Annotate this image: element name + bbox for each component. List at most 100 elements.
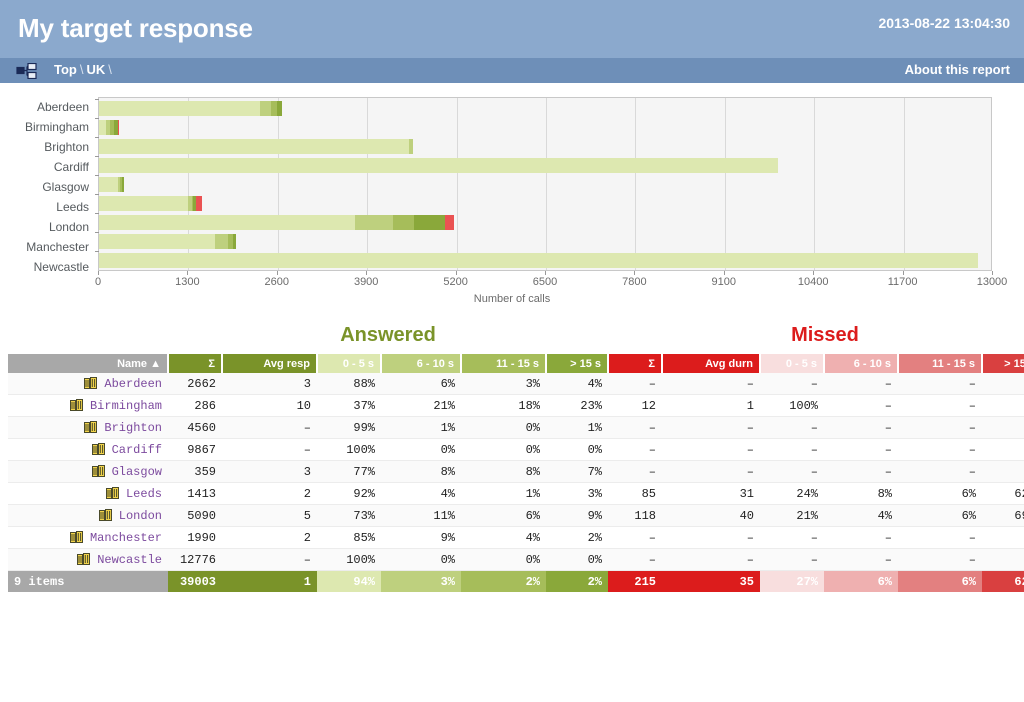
table-cell-a-sum[interactable]: 12776	[168, 549, 222, 571]
table-row-link[interactable]: Leeds	[126, 487, 162, 501]
table-header-a-b4[interactable]: > 15 s	[546, 354, 608, 373]
chart-bar-segment[interactable]	[215, 234, 227, 249]
chart-bar-segment[interactable]	[409, 139, 412, 154]
table-cell-name[interactable]: Brighton	[8, 417, 168, 439]
chart-bar-segment[interactable]	[99, 253, 978, 268]
table-header-m-sum[interactable]: Σ	[608, 354, 662, 373]
chart-bar-row[interactable]	[99, 118, 991, 137]
chart-bar-segment[interactable]	[99, 101, 260, 116]
table-row-link[interactable]: Cardiff	[112, 443, 162, 457]
chart-bar-segment[interactable]	[99, 120, 106, 135]
table-row[interactable]: Cardiff9867–100%0%0%0%––––––	[8, 439, 1024, 461]
chart-bar-segment[interactable]	[122, 177, 124, 192]
table-row[interactable]: Brighton4560–99%1%0%1%––––––	[8, 417, 1024, 439]
breadcrumb: Top\UK\	[54, 62, 115, 77]
table-cell-m-sum[interactable]: 12	[608, 395, 662, 417]
table-cell-a-sum[interactable]: 286	[168, 395, 222, 417]
table-cell-m-sum[interactable]: 118	[608, 505, 662, 527]
table-total-a-avg: 1	[222, 571, 317, 593]
chart-bar-row[interactable]	[99, 137, 991, 156]
table-cell-a-sum[interactable]: 2662	[168, 373, 222, 395]
table-header-m-b3[interactable]: 11 - 15 s	[898, 354, 982, 373]
chart-bar-segment[interactable]	[99, 177, 118, 192]
table-cell-name[interactable]: Newcastle	[8, 549, 168, 571]
table-header-m-avg[interactable]: Avg durn	[662, 354, 760, 373]
table-row[interactable]: Aberdeen2662388%6%3%4%––––––	[8, 373, 1024, 395]
table-row-link[interactable]: Newcastle	[97, 553, 162, 567]
chart-bar[interactable]	[99, 215, 454, 230]
table-row-link[interactable]: Birmingham	[90, 399, 162, 413]
chart-bar-row[interactable]	[99, 251, 991, 270]
chart-bar-segment[interactable]	[445, 215, 453, 230]
table-cell-a-b4: 0%	[546, 549, 608, 571]
table-cell-name[interactable]: Birmingham	[8, 395, 168, 417]
chart-bar[interactable]	[99, 196, 202, 211]
chart-bar-row[interactable]	[99, 194, 991, 213]
table-header-a-avg[interactable]: Avg resp	[222, 354, 317, 373]
chart-bar-segment[interactable]	[99, 158, 778, 173]
table-row[interactable]: Glasgow359377%8%8%7%––––––	[8, 461, 1024, 483]
table-row[interactable]: London5090573%11%6%9%1184021%4%6%69%	[8, 505, 1024, 527]
chart-bar-segment[interactable]	[393, 215, 414, 230]
chart-bar-segment[interactable]	[118, 120, 119, 135]
table-row-link[interactable]: Manchester	[90, 531, 162, 545]
table-cell-a-sum[interactable]: 5090	[168, 505, 222, 527]
chart-y-tick	[95, 194, 99, 195]
table-cell-name[interactable]: Manchester	[8, 527, 168, 549]
table-header-m-b4[interactable]: > 15 s	[982, 354, 1024, 373]
table-cell-m-avg: –	[662, 439, 760, 461]
table-header-m-b2[interactable]: 6 - 10 s	[824, 354, 898, 373]
chart-bar[interactable]	[99, 158, 778, 173]
table-header-a-b1[interactable]: 0 - 5 s	[317, 354, 381, 373]
chart-bar-segment[interactable]	[196, 196, 202, 211]
chart-bar-row[interactable]	[99, 232, 991, 251]
chart-bar-row[interactable]	[99, 99, 991, 118]
chart-bar-segment[interactable]	[414, 215, 445, 230]
chart-bar-row[interactable]	[99, 156, 991, 175]
chart-bar[interactable]	[99, 253, 978, 268]
table-header-a-b2[interactable]: 6 - 10 s	[381, 354, 461, 373]
table-cell-name[interactable]: Aberdeen	[8, 373, 168, 395]
table-row-link[interactable]: London	[119, 509, 162, 523]
table-cell-name[interactable]: Leeds	[8, 483, 168, 505]
chart-bar[interactable]	[99, 234, 236, 249]
table-cell-a-sum[interactable]: 359	[168, 461, 222, 483]
table-cell-name[interactable]: Cardiff	[8, 439, 168, 461]
table-cell-m-sum[interactable]: 85	[608, 483, 662, 505]
chart-bar[interactable]	[99, 101, 282, 116]
chart-bar-segment[interactable]	[355, 215, 394, 230]
chart-bar-row[interactable]	[99, 213, 991, 232]
chart-bar-segment[interactable]	[99, 196, 188, 211]
chart-bar-segment[interactable]	[99, 234, 215, 249]
table-header-a-b3[interactable]: 11 - 15 s	[461, 354, 546, 373]
chart-bar[interactable]	[99, 120, 119, 135]
table-cell-name[interactable]: London	[8, 505, 168, 527]
chart-bar-segment[interactable]	[233, 234, 236, 249]
chart-bar[interactable]	[99, 177, 124, 192]
table-row-link[interactable]: Glasgow	[112, 465, 162, 479]
chart-bar-segment[interactable]	[99, 215, 355, 230]
breadcrumb-item-top[interactable]: Top	[54, 62, 77, 77]
chart-bar-segment[interactable]	[99, 139, 409, 154]
table-cell-a-sum[interactable]: 9867	[168, 439, 222, 461]
chart-bar-segment[interactable]	[277, 101, 282, 116]
table-header-m-b1[interactable]: 0 - 5 s	[760, 354, 824, 373]
table-row[interactable]: Newcastle12776–100%0%0%0%––––––	[8, 549, 1024, 571]
table-row-link[interactable]: Brighton	[104, 421, 162, 435]
chart-bar-segment[interactable]	[260, 101, 271, 116]
table-header-a-sum[interactable]: Σ	[168, 354, 222, 373]
table-row[interactable]: Manchester1990285%9%4%2%––––––	[8, 527, 1024, 549]
table-header-name[interactable]: Name ▲	[8, 354, 168, 373]
chart-bar[interactable]	[99, 139, 413, 154]
table-cell-a-sum[interactable]: 1413	[168, 483, 222, 505]
table-cell-a-sum[interactable]: 4560	[168, 417, 222, 439]
table-row[interactable]: Birmingham2861037%21%18%23%121100%–––	[8, 395, 1024, 417]
table-row[interactable]: Leeds1413292%4%1%3%853124%8%6%62%	[8, 483, 1024, 505]
table-cell-a-sum[interactable]: 1990	[168, 527, 222, 549]
table-cell-name[interactable]: Glasgow	[8, 461, 168, 483]
org-chart-icon[interactable]	[16, 63, 38, 79]
about-this-report-link[interactable]: About this report	[905, 62, 1010, 77]
chart-bar-row[interactable]	[99, 175, 991, 194]
breadcrumb-item-uk[interactable]: UK	[86, 62, 105, 77]
table-row-link[interactable]: Aberdeen	[104, 377, 162, 391]
